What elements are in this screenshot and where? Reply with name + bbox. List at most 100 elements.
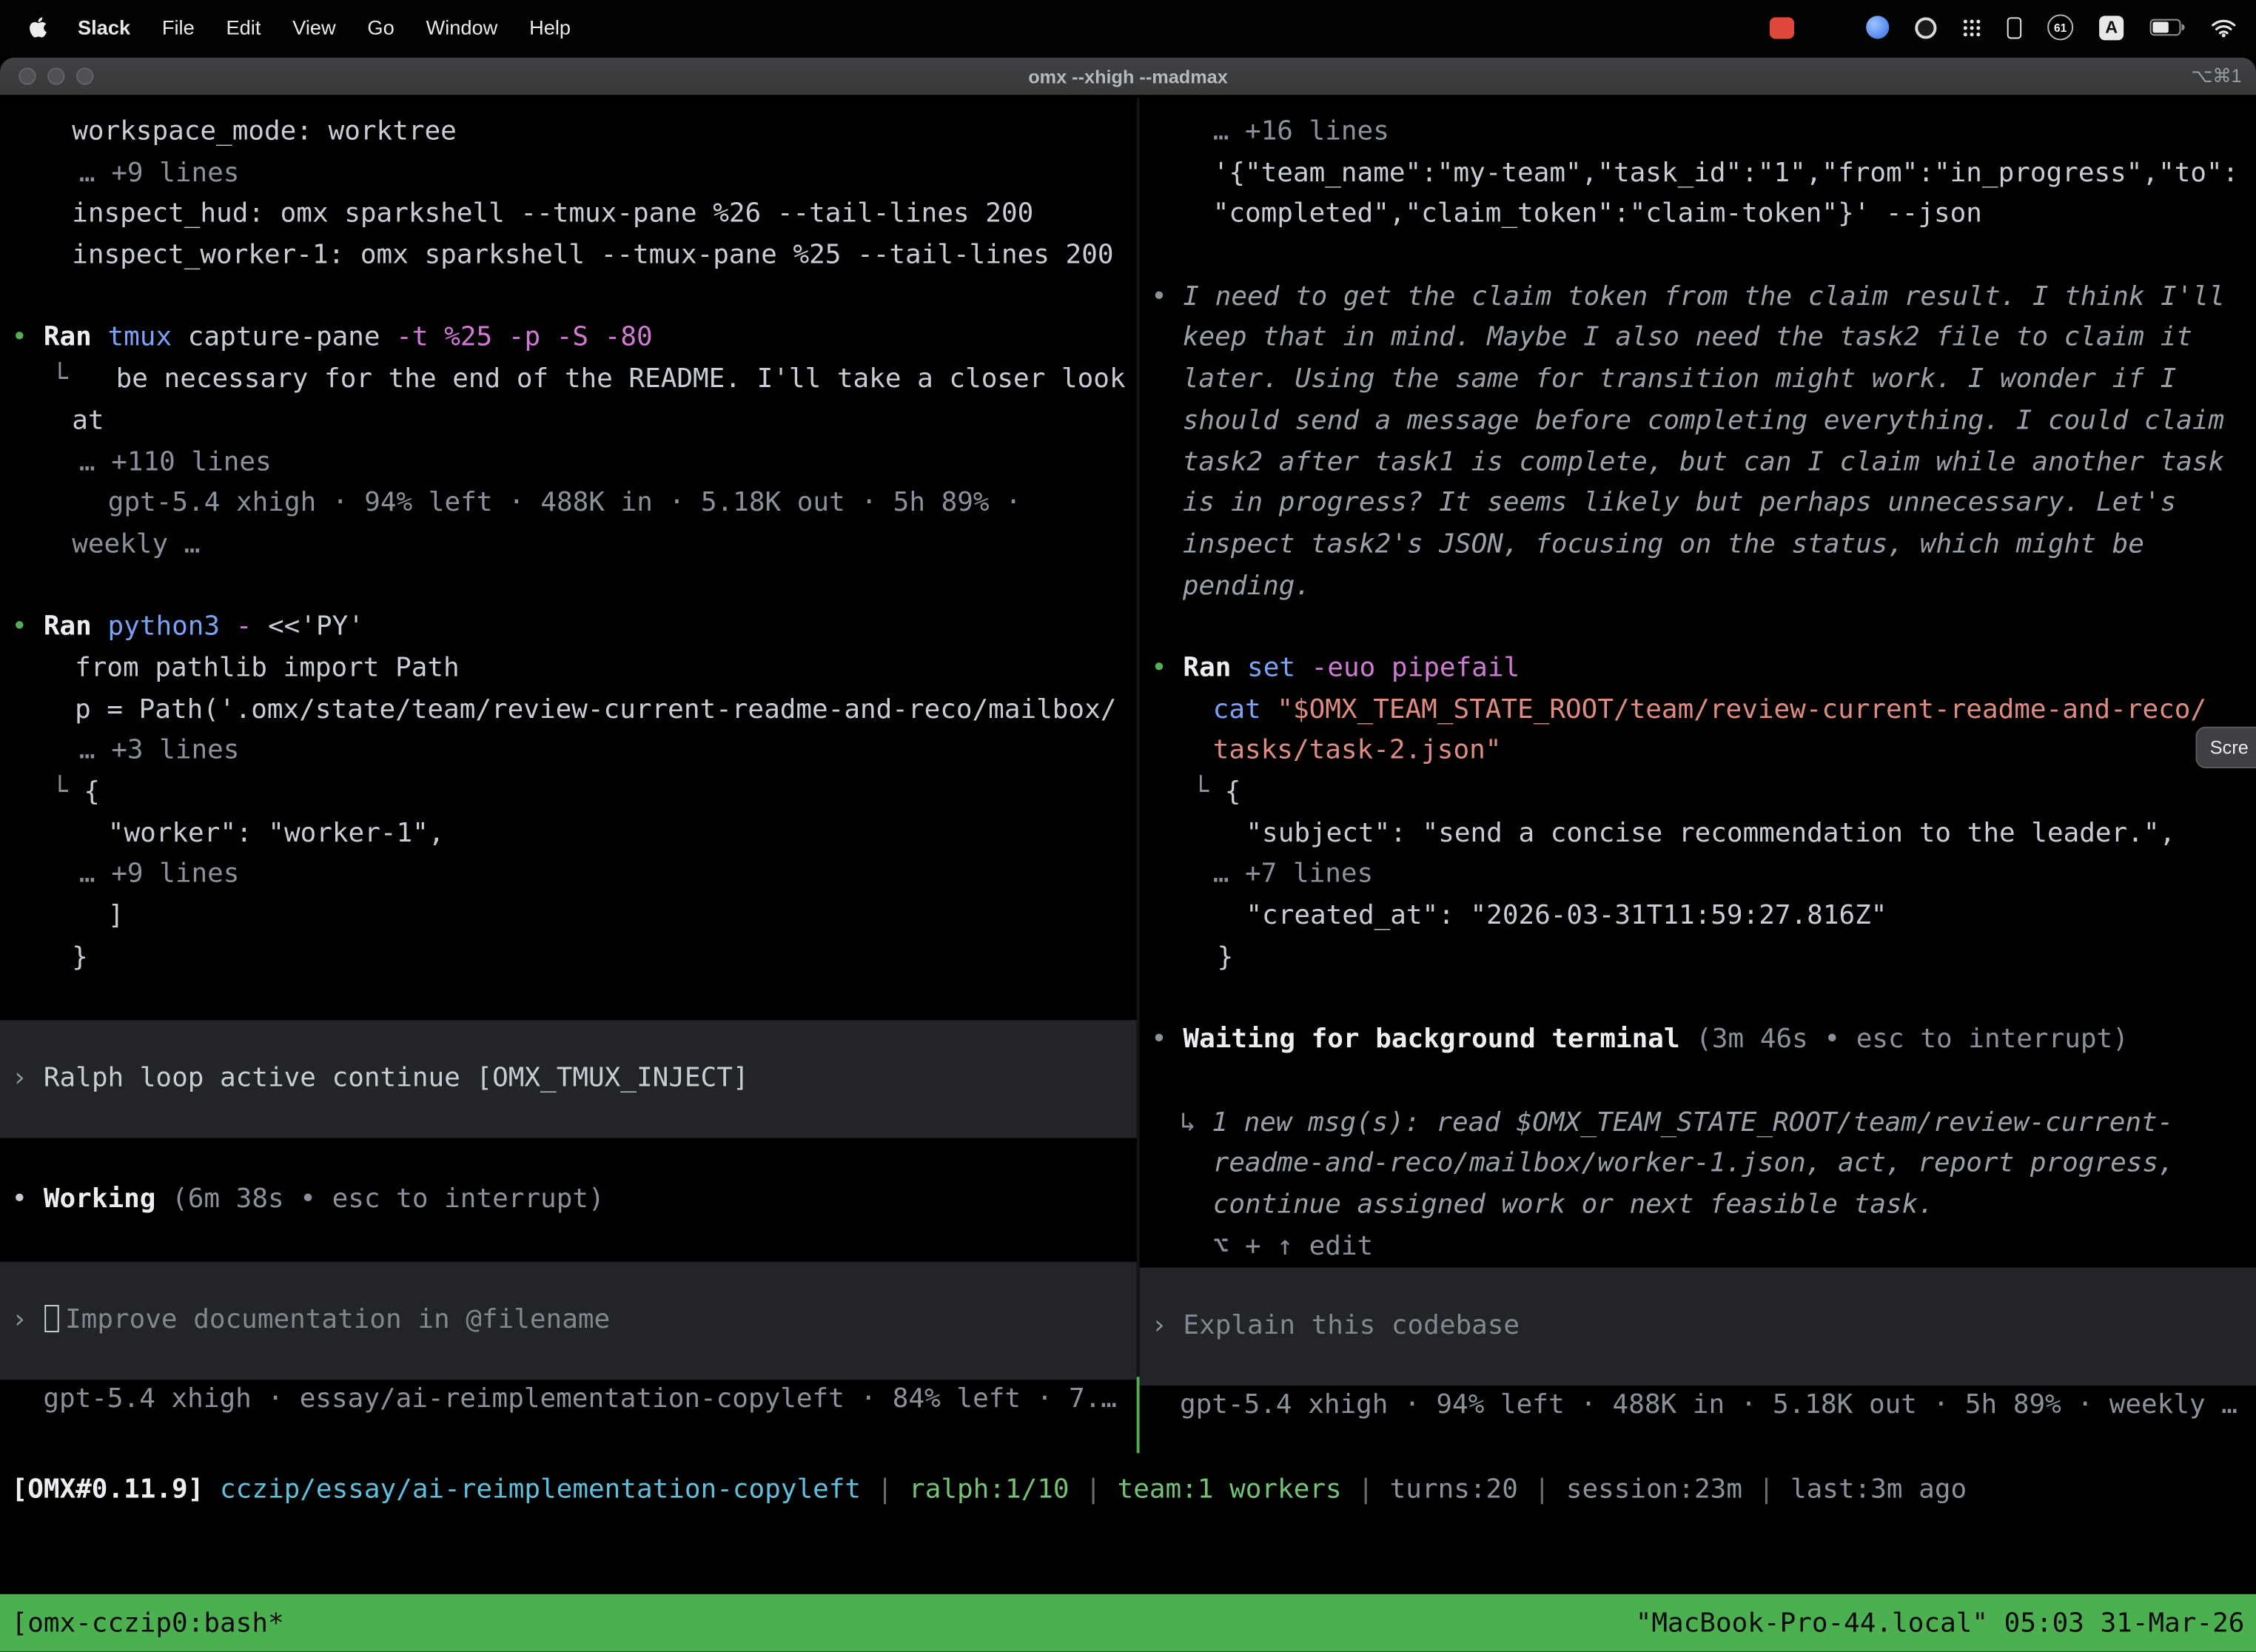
composer-input[interactable]: › Explain this codebase xyxy=(1140,1268,2256,1386)
text-segment: 1 new msg(s): read $OMX_TEAM_STATE_ROOT/… xyxy=(1212,1107,2173,1138)
composer-input[interactable]: › Improve documentation in @filename xyxy=(0,1262,1137,1380)
terminal-line: at xyxy=(0,401,1137,443)
wifi-icon[interactable] xyxy=(2212,18,2236,36)
terminal-line: } xyxy=(0,938,1137,979)
screen-capture-overlay[interactable]: Scre xyxy=(2195,727,2256,768)
terminal-line: gpt-5.4 xhigh · essay/ai-reimplementatio… xyxy=(0,1380,1137,1422)
menu-app-name[interactable]: Slack xyxy=(62,16,147,38)
left-terminal-pane[interactable]: workspace_mode: worktree… +9 linesinspec… xyxy=(0,98,1137,1453)
app-icon-blue[interactable] xyxy=(1866,16,1889,38)
text-segment: Ralph loop active continue [OMX_TMUX_INJ… xyxy=(44,1063,749,1093)
terminal-line: • Ran set -euo pipefail xyxy=(1140,649,2256,691)
display-mirror-icon[interactable] xyxy=(2007,16,2021,38)
tmux-host-time: "MacBook-Pro-44.local" 05:03 31-Mar-26 xyxy=(1636,1608,2245,1638)
traffic-lights xyxy=(19,67,93,84)
terminal-line: "created_at": "2026-03-31T11:59:27.816Z" xyxy=(1140,896,2256,938)
text-segment: keep that in mind. Maybe I also need the… xyxy=(1183,323,2192,353)
terminal-line: • Working (6m 38s • esc to interrupt) xyxy=(0,1180,1137,1221)
text-segment: Ran xyxy=(44,323,108,353)
apple-menu-icon[interactable] xyxy=(20,16,61,38)
terminal-line: "subject": "send a concise recommendatio… xyxy=(1140,814,2256,856)
terminal-line: workspace_mode: worktree xyxy=(0,113,1137,154)
text-segment: [OMX#0.11.9] xyxy=(12,1474,204,1505)
right-terminal-pane[interactable]: … +16 lines'{"team_name":"my-team","task… xyxy=(1140,98,2256,1453)
terminal-line: … +9 lines xyxy=(0,153,1137,195)
terminal-line: └ { xyxy=(0,773,1137,814)
screen-recording-icon[interactable] xyxy=(1770,16,1794,38)
terminal-line: from pathlib import Path xyxy=(0,649,1137,691)
omx-status-line: [OMX#0.11.9] cczip/essay/ai-reimplementa… xyxy=(12,1471,1967,1512)
menu-go[interactable]: Go xyxy=(352,16,410,38)
text-segment: tasks/task-2.json" xyxy=(1213,736,1502,766)
input-source-icon[interactable]: A xyxy=(2099,15,2124,39)
app-icon-dark[interactable] xyxy=(1915,16,1936,38)
text-segment: … +16 lines xyxy=(1213,116,1389,147)
text-segment: { xyxy=(84,777,100,807)
window-titlebar[interactable]: omx --xhigh --madmax ⌥⌘1 xyxy=(0,58,2256,96)
battery-icon[interactable] xyxy=(2149,19,2186,36)
text-segment: … +3 lines xyxy=(79,736,240,766)
text-segment: readme-and-reco/mailbox/worker-1.json, a… xyxy=(1213,1149,2175,1179)
terminal-line xyxy=(1140,1061,2256,1103)
terminal-line: … +9 lines xyxy=(0,855,1137,896)
text-segment: continue assigned work or next feasible … xyxy=(1213,1189,1934,1220)
dots-grid-icon[interactable] xyxy=(1962,18,1981,36)
minimize-button[interactable] xyxy=(47,67,64,84)
terminal-line: gpt-5.4 xhigh · 94% left · 488K in · 5.1… xyxy=(0,484,1137,526)
close-button[interactable] xyxy=(19,67,36,84)
terminal-line: ↳ 1 new msg(s): read $OMX_TEAM_STATE_ROO… xyxy=(1140,1103,2256,1144)
terminal-line xyxy=(1140,236,2256,278)
menu-edit[interactable]: Edit xyxy=(210,16,277,38)
battery-gauge-icon[interactable]: 61 xyxy=(2047,14,2073,40)
composer-input[interactable]: › Ralph loop active continue [OMX_TMUX_I… xyxy=(0,1020,1137,1138)
text-segment: } xyxy=(72,942,88,973)
text-segment: inspect_worker-1: omx sparkshell --tmux-… xyxy=(72,241,1113,271)
text-segment: … +110 lines xyxy=(79,447,272,477)
text-segment: ralph:1/10 xyxy=(909,1474,1070,1505)
terminal-line: • I need to get the claim token from the… xyxy=(1140,278,2256,319)
menu-file[interactable]: File xyxy=(146,16,210,38)
terminal-line xyxy=(0,979,1137,1021)
tmux-status-bar: [omx-cczip0:bash* "MacBook-Pro-44.local"… xyxy=(0,1594,2256,1652)
text-segment: • xyxy=(1151,653,1183,683)
text-segment: set xyxy=(1247,653,1312,683)
text-segment: | xyxy=(1518,1474,1566,1505)
text-segment: p = Path('.omx/state/team/review-current… xyxy=(75,694,1116,725)
text-segment: Explain this codebase xyxy=(1183,1311,1520,1341)
text-segment: └ xyxy=(52,777,84,807)
text-segment: "completed","claim_token":"claim-token"}… xyxy=(1213,199,1982,229)
terminal-line: cat "$OMX_TEAM_STATE_ROOT/team/review-cu… xyxy=(1140,690,2256,731)
terminal-line: • Ran tmux capture-pane -t %25 -p -S -80 xyxy=(0,318,1137,360)
text-segment: ↳ xyxy=(1180,1107,1212,1138)
text-segment: (6m 38s • esc to interrupt) xyxy=(155,1183,604,1214)
text-segment: Improve documentation in @filename xyxy=(65,1305,610,1335)
terminal-line: "completed","claim_token":"claim-token"}… xyxy=(1140,195,2256,236)
menu-help[interactable]: Help xyxy=(514,16,587,38)
text-segment: gpt-5.4 xhigh · essay/ai-reimplementatio… xyxy=(43,1384,1117,1414)
text-segment: • xyxy=(1151,282,1183,312)
text-segment: "subject": "send a concise recommendatio… xyxy=(1246,818,2175,848)
menu-window[interactable]: Window xyxy=(410,16,514,38)
pane-divider[interactable] xyxy=(1137,98,1140,1453)
terminal-line xyxy=(0,1220,1137,1262)
text-segment: Ran xyxy=(44,612,108,642)
text-segment: weekly … xyxy=(72,529,200,560)
tmux-session-label: [omx-cczip0:bash* xyxy=(12,1608,284,1638)
terminal-line xyxy=(0,566,1137,608)
grid-icon[interactable] xyxy=(1820,19,1840,36)
text-cursor xyxy=(45,1305,59,1332)
menu-view[interactable]: View xyxy=(277,16,352,38)
text-segment: gpt-5.4 xhigh · 94% left · 488K in · 5.1… xyxy=(108,488,1021,518)
text-segment: "$OMX_TEAM_STATE_ROOT/team/review-curren… xyxy=(1277,694,2206,725)
terminal-line: ] xyxy=(0,896,1137,938)
terminal-line: • Waiting for background terminal (3m 46… xyxy=(1140,1020,2256,1061)
text-segment: { xyxy=(1225,777,1241,807)
text-segment: gpt-5.4 xhigh · 94% left · 488K in · 5.1… xyxy=(1180,1390,2237,1420)
text-segment: • xyxy=(12,1183,44,1214)
terminal-line: pending. xyxy=(1140,566,2256,608)
terminal-line: later. Using the same for transition mig… xyxy=(1140,360,2256,401)
zoom-button[interactable] xyxy=(76,67,93,84)
terminal-line: … +16 lines xyxy=(1140,113,2256,154)
menu-bar-status-items: 61 A xyxy=(1770,14,2236,40)
text-segment: Ran xyxy=(1183,653,1247,683)
